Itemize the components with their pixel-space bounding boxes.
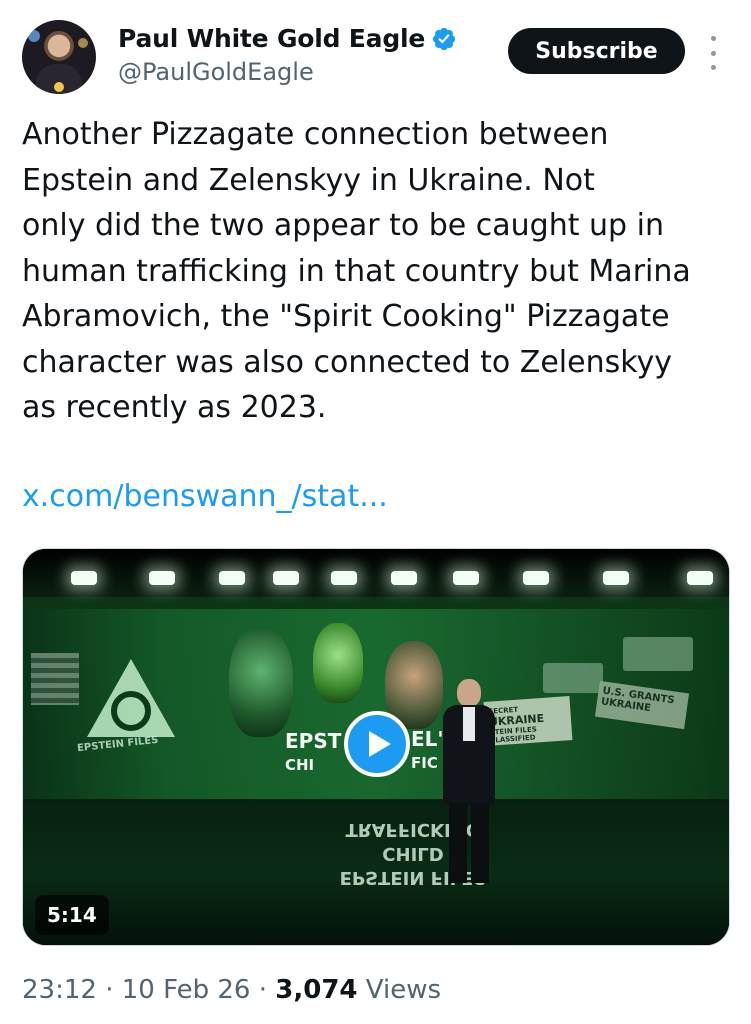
document-graphic <box>623 637 693 671</box>
play-icon <box>369 731 391 757</box>
avatar-medal <box>54 82 64 92</box>
avatar-glow <box>28 30 40 42</box>
face-graphic <box>229 627 293 737</box>
author-display-name-row[interactable]: Paul White Gold Eagle <box>118 22 457 56</box>
caption-line: EPST <box>285 729 342 753</box>
more-dot <box>710 65 716 70</box>
flag-graphic <box>31 653 79 705</box>
document-graphic <box>543 663 603 693</box>
face-graphic <box>313 623 363 703</box>
post-text: Another Pizzagate connection between Eps… <box>22 117 691 425</box>
meta-separator: · <box>258 975 267 1005</box>
author-display-name[interactable]: Paul White Gold Eagle <box>118 22 425 56</box>
post-time[interactable]: 23:12 <box>22 975 97 1005</box>
post-meta: 23:12 · 10 Feb 26 · 3,074 Views <box>22 970 441 1010</box>
meta-separator: · <box>105 975 114 1005</box>
verified-badge-icon <box>433 27 456 51</box>
play-button[interactable] <box>344 711 410 777</box>
studio-light <box>273 571 299 585</box>
author-avatar[interactable] <box>22 20 96 94</box>
caption-line: CHI <box>285 756 315 774</box>
video-player[interactable]: EPSTEIN FILES EPST CHI EL' FIC SECRET UK… <box>22 548 730 946</box>
studio-light <box>331 571 357 585</box>
avatar-glow <box>78 38 88 48</box>
studio-light <box>603 571 629 585</box>
views-label: Views <box>365 975 442 1005</box>
studio-light <box>453 571 479 585</box>
studio-light <box>149 571 175 585</box>
studio-light <box>391 571 417 585</box>
author-handle[interactable]: @PaulGoldEagle <box>118 56 457 88</box>
post-link[interactable]: x.com/benswann_/stat... <box>22 474 388 519</box>
subscribe-button[interactable]: Subscribe <box>508 28 685 74</box>
presenter-shirt <box>463 707 475 741</box>
video-duration: 5:14 <box>35 895 109 935</box>
studio-light <box>71 571 97 585</box>
post-header: Paul White Gold Eagle @PaulGoldEagle Sub… <box>22 20 732 96</box>
more-vertical-icon[interactable] <box>706 36 720 70</box>
studio-light <box>687 571 713 585</box>
post-date[interactable]: 10 Feb 26 <box>122 975 251 1005</box>
more-dot <box>710 36 716 41</box>
video-caption: EPST CHI <box>285 729 341 777</box>
triangle-logo-inner <box>111 691 151 731</box>
studio-light <box>219 571 245 585</box>
presenter-head <box>457 679 481 707</box>
presenter-figure <box>439 679 499 889</box>
views-count[interactable]: 3,074 <box>275 975 357 1005</box>
presenter-legs <box>449 803 489 883</box>
studio-light <box>523 571 549 585</box>
more-dot <box>710 50 716 56</box>
author-names: Paul White Gold Eagle @PaulGoldEagle <box>118 22 457 88</box>
